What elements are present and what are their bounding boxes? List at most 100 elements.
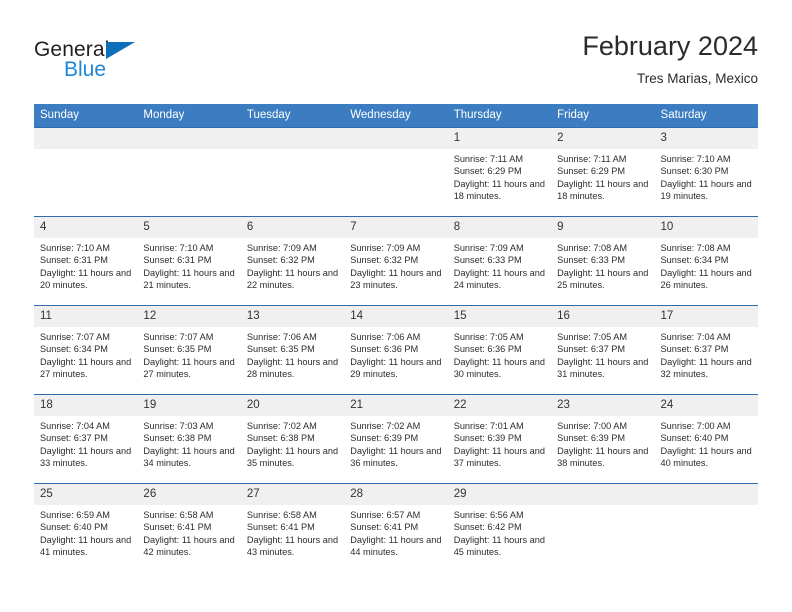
day-details: Sunrise: 7:02 AM Sunset: 6:38 PM Dayligh…: [246, 421, 339, 469]
day-number: 6: [240, 217, 345, 238]
calendar-day-cell[interactable]: [344, 127, 448, 217]
weekday-header-thursday: Thursday: [447, 104, 552, 128]
day-details: Sunrise: 7:04 AM Sunset: 6:37 PM Dayligh…: [40, 421, 132, 469]
calendar-day-cell[interactable]: 19 Sunrise: 7:03 AM Sunset: 6:38 PM Dayl…: [137, 394, 241, 484]
day-details: Sunrise: 7:07 AM Sunset: 6:34 PM Dayligh…: [40, 332, 132, 380]
day-number: 29: [447, 484, 552, 505]
calendar-day-cell[interactable]: 7 Sunrise: 7:09 AM Sunset: 6:32 PM Dayli…: [344, 216, 448, 306]
day-number: [137, 128, 241, 149]
page-header: General Blue February 2024 Tres Marias, …: [34, 30, 758, 98]
calendar-week-row: 1 Sunrise: 7:11 AM Sunset: 6:29 PM Dayli…: [34, 127, 758, 217]
weekday-header-sunday: Sunday: [34, 104, 138, 128]
page-subtitle: Tres Marias, Mexico: [636, 71, 758, 86]
day-details: Sunrise: 7:10 AM Sunset: 6:31 PM Dayligh…: [143, 243, 235, 291]
day-details: Sunrise: 6:59 AM Sunset: 6:40 PM Dayligh…: [40, 510, 132, 558]
calendar-day-cell[interactable]: 21 Sunrise: 7:02 AM Sunset: 6:39 PM Dayl…: [344, 394, 448, 484]
day-number: 10: [654, 217, 758, 238]
day-details: Sunrise: 7:11 AM Sunset: 6:29 PM Dayligh…: [453, 154, 545, 202]
day-details: [344, 149, 447, 153]
day-details: Sunrise: 7:04 AM Sunset: 6:37 PM Dayligh…: [660, 332, 752, 380]
day-details: [241, 149, 344, 153]
day-details: Sunrise: 7:10 AM Sunset: 6:31 PM Dayligh…: [40, 243, 132, 291]
day-details: Sunrise: 7:01 AM Sunset: 6:39 PM Dayligh…: [453, 421, 545, 469]
day-details: Sunrise: 7:05 AM Sunset: 6:36 PM Dayligh…: [453, 332, 545, 380]
title-block: February 2024 Tres Marias, Mexico: [582, 30, 758, 89]
calendar-page: General Blue February 2024 Tres Marias, …: [0, 0, 792, 612]
day-number: 2: [551, 128, 655, 149]
calendar-day-cell[interactable]: 15 Sunrise: 7:05 AM Sunset: 6:36 PM Dayl…: [447, 305, 552, 395]
day-details: [34, 149, 137, 153]
day-details: Sunrise: 7:03 AM Sunset: 6:38 PM Dayligh…: [143, 421, 235, 469]
calendar-day-cell[interactable]: 27 Sunrise: 6:58 AM Sunset: 6:41 PM Dayl…: [240, 483, 345, 572]
day-number: 24: [654, 395, 758, 416]
calendar-day-cell[interactable]: [240, 127, 345, 217]
weekday-header-friday: Friday: [551, 104, 655, 128]
calendar-day-cell[interactable]: [551, 483, 655, 572]
day-details: Sunrise: 7:10 AM Sunset: 6:30 PM Dayligh…: [660, 154, 752, 202]
calendar-day-cell[interactable]: 11 Sunrise: 7:07 AM Sunset: 6:34 PM Dayl…: [34, 305, 138, 395]
day-details: Sunrise: 6:56 AM Sunset: 6:42 PM Dayligh…: [453, 510, 545, 558]
day-details: Sunrise: 6:58 AM Sunset: 6:41 PM Dayligh…: [143, 510, 235, 558]
day-details: Sunrise: 7:02 AM Sunset: 6:39 PM Dayligh…: [350, 421, 442, 469]
calendar-day-cell[interactable]: 29 Sunrise: 6:56 AM Sunset: 6:42 PM Dayl…: [447, 483, 552, 572]
calendar-day-cell[interactable]: 10 Sunrise: 7:08 AM Sunset: 6:34 PM Dayl…: [654, 216, 758, 306]
weekday-header-saturday: Saturday: [654, 104, 758, 128]
calendar-day-cell[interactable]: [137, 127, 241, 217]
calendar-day-cell[interactable]: 14 Sunrise: 7:06 AM Sunset: 6:36 PM Dayl…: [344, 305, 448, 395]
calendar-day-cell[interactable]: 28 Sunrise: 6:57 AM Sunset: 6:41 PM Dayl…: [344, 483, 448, 572]
day-number: 18: [34, 395, 138, 416]
calendar-day-cell[interactable]: [654, 483, 758, 572]
day-details: [551, 505, 654, 509]
calendar-day-cell[interactable]: 23 Sunrise: 7:00 AM Sunset: 6:39 PM Dayl…: [551, 394, 655, 484]
day-number: 4: [34, 217, 138, 238]
day-details: Sunrise: 7:09 AM Sunset: 6:32 PM Dayligh…: [246, 243, 339, 291]
day-details: [655, 505, 758, 509]
calendar-day-cell[interactable]: [34, 127, 138, 217]
day-details: Sunrise: 7:00 AM Sunset: 6:39 PM Dayligh…: [557, 421, 649, 469]
calendar-week-row: 18 Sunrise: 7:04 AM Sunset: 6:37 PM Dayl…: [34, 394, 758, 484]
calendar-day-cell[interactable]: 24 Sunrise: 7:00 AM Sunset: 6:40 PM Dayl…: [654, 394, 758, 484]
calendar-day-cell[interactable]: 22 Sunrise: 7:01 AM Sunset: 6:39 PM Dayl…: [447, 394, 552, 484]
calendar-day-cell[interactable]: 6 Sunrise: 7:09 AM Sunset: 6:32 PM Dayli…: [240, 216, 345, 306]
logo-text-blue: Blue: [64, 58, 107, 81]
weekday-header-monday: Monday: [137, 104, 241, 128]
day-number: [240, 128, 345, 149]
day-details: Sunrise: 7:11 AM Sunset: 6:29 PM Dayligh…: [557, 154, 649, 202]
calendar-day-cell[interactable]: 8 Sunrise: 7:09 AM Sunset: 6:33 PM Dayli…: [447, 216, 552, 306]
day-details: Sunrise: 6:58 AM Sunset: 6:41 PM Dayligh…: [246, 510, 339, 558]
day-number: 8: [447, 217, 552, 238]
calendar-day-cell[interactable]: 17 Sunrise: 7:04 AM Sunset: 6:37 PM Dayl…: [654, 305, 758, 395]
day-details: Sunrise: 7:07 AM Sunset: 6:35 PM Dayligh…: [143, 332, 235, 380]
day-number: 26: [137, 484, 241, 505]
day-details: Sunrise: 7:06 AM Sunset: 6:36 PM Dayligh…: [350, 332, 442, 380]
day-number: 25: [34, 484, 138, 505]
calendar-day-cell[interactable]: 12 Sunrise: 7:07 AM Sunset: 6:35 PM Dayl…: [137, 305, 241, 395]
day-number: 27: [240, 484, 345, 505]
calendar-day-cell[interactable]: 13 Sunrise: 7:06 AM Sunset: 6:35 PM Dayl…: [240, 305, 345, 395]
calendar-day-cell[interactable]: 16 Sunrise: 7:05 AM Sunset: 6:37 PM Dayl…: [551, 305, 655, 395]
calendar-day-cell[interactable]: 2 Sunrise: 7:11 AM Sunset: 6:29 PM Dayli…: [551, 127, 655, 217]
day-number: 7: [344, 217, 448, 238]
day-number: 21: [344, 395, 448, 416]
calendar-day-cell[interactable]: 1 Sunrise: 7:11 AM Sunset: 6:29 PM Dayli…: [447, 127, 552, 217]
calendar-day-cell[interactable]: 26 Sunrise: 6:58 AM Sunset: 6:41 PM Dayl…: [137, 483, 241, 572]
calendar-day-cell[interactable]: 5 Sunrise: 7:10 AM Sunset: 6:31 PM Dayli…: [137, 216, 241, 306]
calendar-day-cell[interactable]: 20 Sunrise: 7:02 AM Sunset: 6:38 PM Dayl…: [240, 394, 345, 484]
day-number: 20: [240, 395, 345, 416]
weekday-header-wednesday: Wednesday: [344, 104, 448, 128]
calendar-day-cell[interactable]: 3 Sunrise: 7:10 AM Sunset: 6:30 PM Dayli…: [654, 127, 758, 217]
general-blue-logo[interactable]: General Blue: [34, 38, 254, 94]
calendar-header-row: Sunday Monday Tuesday Wednesday Thursday…: [34, 104, 758, 128]
calendar-day-cell[interactable]: 9 Sunrise: 7:08 AM Sunset: 6:33 PM Dayli…: [551, 216, 655, 306]
day-number: 14: [344, 306, 448, 327]
calendar-table: Sunday Monday Tuesday Wednesday Thursday…: [34, 104, 758, 572]
calendar-day-cell[interactable]: 18 Sunrise: 7:04 AM Sunset: 6:37 PM Dayl…: [34, 394, 138, 484]
day-details: [137, 149, 240, 153]
calendar-day-cell[interactable]: 4 Sunrise: 7:10 AM Sunset: 6:31 PM Dayli…: [34, 216, 138, 306]
day-number: [34, 128, 138, 149]
weekday-header-tuesday: Tuesday: [240, 104, 345, 128]
day-number: 9: [551, 217, 655, 238]
calendar-day-cell[interactable]: 25 Sunrise: 6:59 AM Sunset: 6:40 PM Dayl…: [34, 483, 138, 572]
calendar-week-row: 4 Sunrise: 7:10 AM Sunset: 6:31 PM Dayli…: [34, 216, 758, 306]
day-number: [344, 128, 448, 149]
